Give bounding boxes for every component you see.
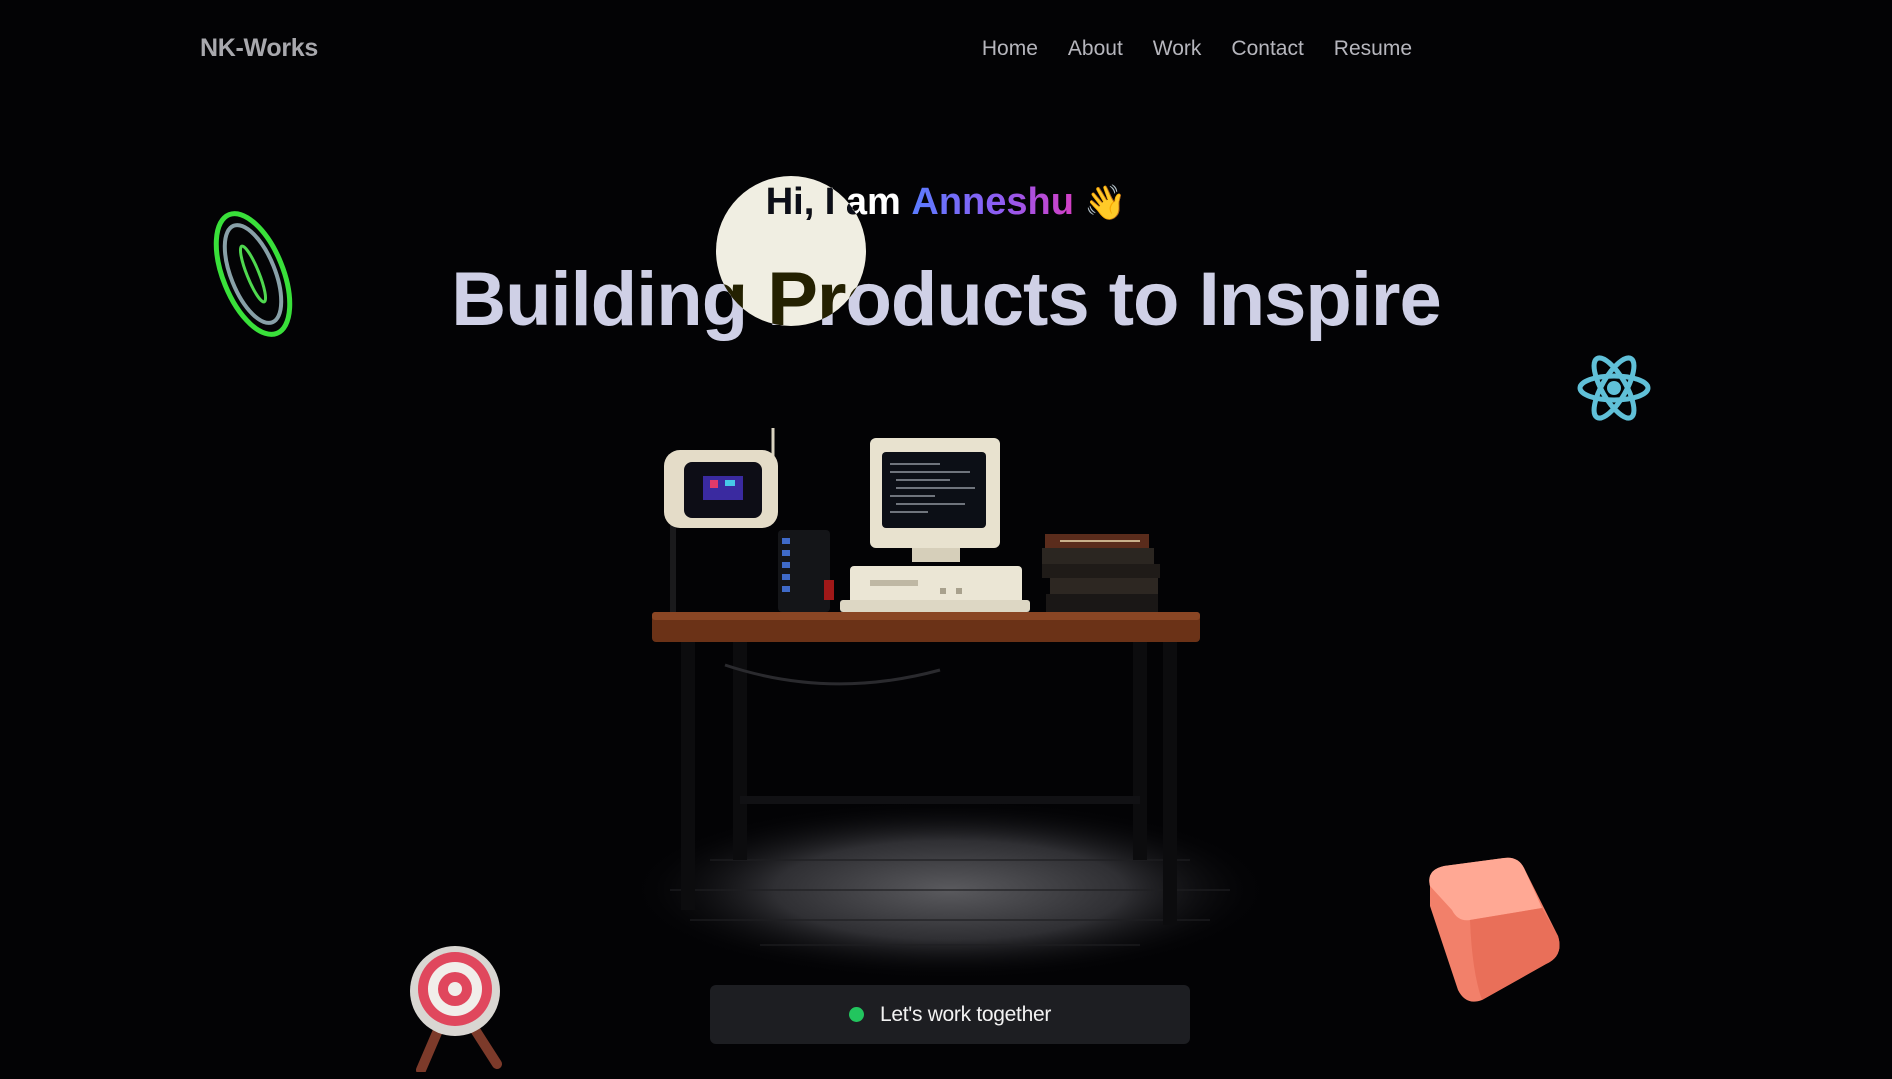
nav-contact[interactable]: Contact	[1231, 37, 1303, 61]
wave-emoji: 👋	[1083, 184, 1127, 222]
cursor-follower	[716, 176, 866, 326]
target-icon	[410, 946, 502, 1072]
hero-greeting: Hi, I am Anneshu👋	[0, 181, 1892, 224]
desk-scene-illustration	[630, 428, 1270, 980]
brand-logo[interactable]: NK-Works	[200, 34, 318, 63]
hero-headline: Building Products to Inspire	[451, 257, 1442, 342]
nav-about[interactable]: About	[1068, 37, 1123, 61]
status-dot	[848, 1007, 864, 1022]
nav-resume[interactable]: Resume	[1334, 37, 1412, 61]
main-nav: Home About Work Contact Resume	[982, 37, 1412, 61]
cube-icon	[1429, 857, 1560, 1002]
nav-work[interactable]: Work	[1153, 37, 1202, 61]
react-icon	[1577, 355, 1651, 421]
cta-work-together-button[interactable]: Let's work together	[710, 985, 1190, 1044]
cta-label: Let's work together	[879, 1002, 1052, 1026]
nav-home[interactable]: Home	[982, 37, 1038, 61]
greeting-name: Anneshu	[911, 181, 1074, 223]
